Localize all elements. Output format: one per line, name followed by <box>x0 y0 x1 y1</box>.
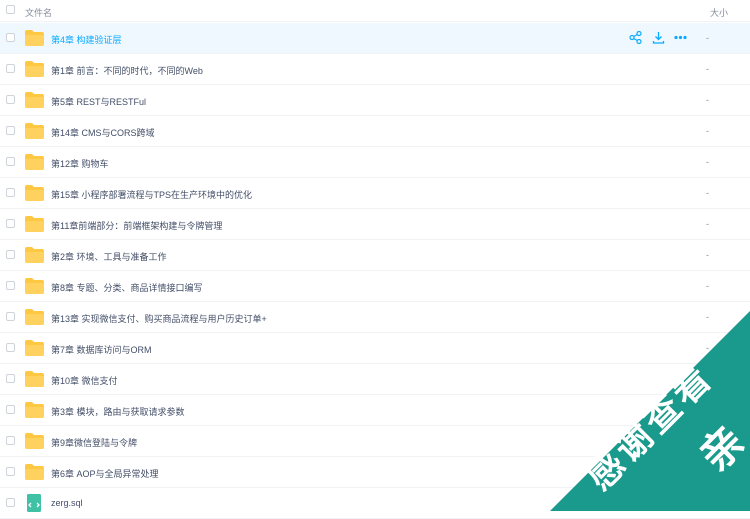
file-size: - <box>706 157 709 167</box>
file-name-link[interactable]: 第14章 CMS与CORS跨域 <box>51 126 155 139</box>
folder-icon[interactable] <box>25 154 44 170</box>
folder-icon[interactable] <box>25 371 44 387</box>
file-list-header: 文件名 大小 <box>0 0 750 22</box>
file-size: - <box>706 250 709 260</box>
row-checkbox[interactable] <box>6 188 15 197</box>
file-row[interactable]: 第7章 数据库访问与ORM - <box>0 333 750 364</box>
row-checkbox[interactable] <box>6 64 15 73</box>
folder-icon[interactable] <box>25 464 44 480</box>
row-checkbox[interactable] <box>6 374 15 383</box>
file-row[interactable]: 第10章 微信支付 - <box>0 364 750 395</box>
column-header-name[interactable]: 文件名 <box>25 6 52 19</box>
file-size: - <box>706 33 709 43</box>
file-row[interactable]: 第14章 CMS与CORS跨域 - <box>0 116 750 147</box>
file-name-link[interactable]: 第9章微信登陆与令牌 <box>51 436 137 449</box>
row-checkbox[interactable] <box>6 157 15 166</box>
file-size: - <box>706 95 709 105</box>
row-checkbox[interactable] <box>6 250 15 259</box>
file-size: - <box>706 281 709 291</box>
file-name-link[interactable]: 第13章 实现微信支付、购买商品流程与用户历史订单+ <box>51 312 267 325</box>
file-name-link[interactable]: 第11章前端部分：前端框架构建与令牌管理 <box>51 219 222 232</box>
file-row[interactable]: 第9章微信登陆与令牌 - <box>0 426 750 457</box>
folder-icon[interactable] <box>25 247 44 263</box>
folder-icon[interactable] <box>25 61 44 77</box>
file-name-link[interactable]: 第5章 REST与RESTFul <box>51 95 146 108</box>
row-checkbox[interactable] <box>6 281 15 290</box>
more-icon[interactable] <box>674 31 687 44</box>
file-row[interactable]: 第13章 实现微信支付、购买商品流程与用户历史订单+ - <box>0 302 750 333</box>
folder-icon[interactable] <box>25 30 44 46</box>
column-header-size[interactable]: 大小 <box>710 6 728 19</box>
file-size: - <box>706 436 709 446</box>
row-checkbox[interactable] <box>6 219 15 228</box>
file-name-link[interactable]: 第8章 专题、分类、商品详情接口编写 <box>51 281 203 294</box>
file-name-link[interactable]: 第12章 购物车 <box>51 157 109 170</box>
file-size: - <box>706 405 709 415</box>
file-row[interactable]: 第11章前端部分：前端框架构建与令牌管理 - <box>0 209 750 240</box>
folder-icon[interactable] <box>25 216 44 232</box>
file-name-link[interactable]: 第2章 环境、工具与准备工作 <box>51 250 167 263</box>
file-size: - <box>706 343 709 353</box>
file-size: - <box>706 188 709 198</box>
row-checkbox[interactable] <box>6 498 15 507</box>
file-size: - <box>706 64 709 74</box>
file-size: - <box>706 374 709 384</box>
row-checkbox[interactable] <box>6 436 15 445</box>
file-row[interactable]: 第6章 AOP与全局异常处理 - <box>0 457 750 488</box>
select-all-checkbox[interactable] <box>6 5 15 14</box>
row-checkbox[interactable] <box>6 405 15 414</box>
row-checkbox[interactable] <box>6 95 15 104</box>
file-row[interactable]: 第8章 专题、分类、商品详情接口编写 - <box>0 271 750 302</box>
file-row[interactable]: 第4章 构建验证层 - <box>0 23 750 54</box>
folder-icon[interactable] <box>25 278 44 294</box>
folder-icon[interactable] <box>25 92 44 108</box>
file-row[interactable]: 第1章 前言：不同的时代，不同的Web - <box>0 54 750 85</box>
row-checkbox[interactable] <box>6 343 15 352</box>
folder-icon[interactable] <box>25 309 44 325</box>
file-row[interactable]: zerg.sql <box>0 488 750 519</box>
row-checkbox[interactable] <box>6 126 15 135</box>
file-name-link[interactable]: zerg.sql <box>51 498 83 508</box>
folder-icon[interactable] <box>25 123 44 139</box>
file-row[interactable]: 第12章 购物车 - <box>0 147 750 178</box>
sql-file-icon[interactable] <box>27 494 41 512</box>
file-size: - <box>706 219 709 229</box>
file-size: - <box>706 312 709 322</box>
row-checkbox[interactable] <box>6 33 15 42</box>
file-size: - <box>706 126 709 136</box>
folder-icon[interactable] <box>25 402 44 418</box>
row-checkbox[interactable] <box>6 312 15 321</box>
file-row[interactable]: 第2章 环境、工具与准备工作 - <box>0 240 750 271</box>
file-size: - <box>706 467 709 477</box>
row-checkbox[interactable] <box>6 467 15 476</box>
file-row[interactable]: 第5章 REST与RESTFul - <box>0 85 750 116</box>
file-name-link[interactable]: 第1章 前言：不同的时代，不同的Web <box>51 64 203 77</box>
file-name-link[interactable]: 第10章 微信支付 <box>51 374 118 387</box>
file-name-link[interactable]: 第4章 构建验证层 <box>51 33 122 46</box>
file-row[interactable]: 第15章 小程序部署流程与TPS在生产环境中的优化 - <box>0 178 750 209</box>
file-name-link[interactable]: 第6章 AOP与全局异常处理 <box>51 467 159 480</box>
download-icon[interactable] <box>652 31 665 44</box>
folder-icon[interactable] <box>25 433 44 449</box>
folder-icon[interactable] <box>25 185 44 201</box>
file-name-link[interactable]: 第15章 小程序部署流程与TPS在生产环境中的优化 <box>51 188 252 201</box>
file-name-link[interactable]: 第3章 模块，路由与获取请求参数 <box>51 405 185 418</box>
folder-icon[interactable] <box>25 340 44 356</box>
file-name-link[interactable]: 第7章 数据库访问与ORM <box>51 343 152 356</box>
file-row[interactable]: 第3章 模块，路由与获取请求参数 - <box>0 395 750 426</box>
file-list: 第4章 构建验证层 - 第1章 前言：不同的时代，不同的Web - 第5章 REST与R… <box>0 23 750 519</box>
share-icon[interactable] <box>629 30 642 45</box>
